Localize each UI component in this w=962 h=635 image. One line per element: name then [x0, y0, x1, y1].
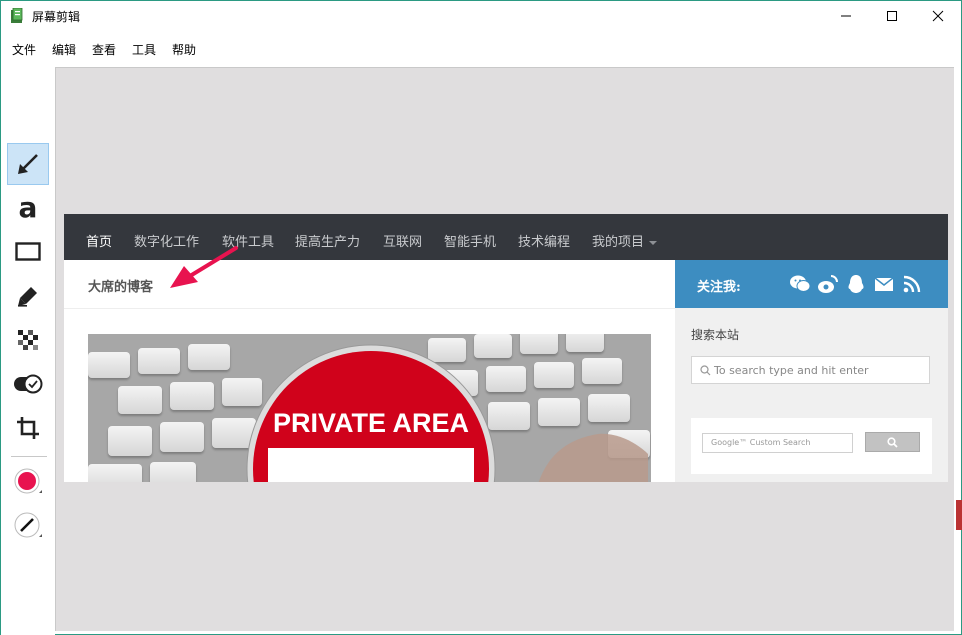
private-area-text: PRIVATE AREA — [273, 408, 469, 438]
blog-title: 大席的博客 — [88, 280, 154, 295]
close-button[interactable] — [915, 1, 961, 31]
magnifier-icon — [887, 436, 898, 448]
app-window: 屏幕剪辑 文件 编辑 查看 工具 帮助 a 首页 数字化工作 软件工具 提高生产… — [0, 0, 962, 635]
close-icon — [932, 10, 944, 22]
keyboard-key — [188, 344, 230, 370]
pixelate-icon — [18, 330, 38, 350]
menu-tools[interactable]: 工具 — [132, 41, 156, 58]
arrow-icon — [18, 154, 38, 174]
nav-smartphone: 智能手机 — [444, 235, 497, 250]
nav-internet: 互联网 — [383, 235, 423, 250]
menu-file[interactable]: 文件 — [12, 41, 36, 58]
app-icon — [11, 8, 23, 23]
keyboard-key — [566, 334, 604, 352]
background-app-edge — [956, 500, 962, 530]
private-area-sign: PRIVATE AREA — [246, 344, 496, 482]
line-width-tool[interactable] — [7, 505, 49, 547]
wechat-icon — [790, 275, 811, 292]
arrow-tool[interactable] — [7, 143, 49, 185]
google-search-button — [865, 432, 920, 452]
editor-canvas[interactable]: 首页 数字化工作 软件工具 提高生产力 互联网 智能手机 技术编程 我的项目 大… — [55, 67, 954, 631]
window-title: 屏幕剪辑 — [32, 10, 81, 24]
keyboard-key — [88, 464, 142, 482]
keyboard-key — [160, 422, 204, 452]
minimize-button[interactable] — [823, 1, 869, 31]
google-search-field: Google™ Custom Search — [702, 433, 853, 453]
pixelate-tool[interactable] — [7, 319, 49, 361]
title-bar[interactable]: 屏幕剪辑 — [1, 1, 961, 31]
search-placeholder: To search type and hit enter — [714, 364, 869, 377]
blog-sidebar: 搜索本站 To search type and hit enter Google… — [675, 308, 948, 482]
keyboard-key — [138, 348, 180, 374]
weibo-icon — [818, 275, 838, 293]
menu-edit[interactable]: 编辑 — [52, 41, 76, 58]
google-custom-search: Google™ Custom Search — [691, 418, 932, 474]
follow-bar: 关注我: — [675, 260, 948, 308]
keyboard-key — [150, 462, 196, 482]
minimize-icon — [841, 15, 851, 17]
text-icon: a — [18, 191, 38, 224]
toggle-icon — [14, 374, 43, 394]
crop-tool[interactable] — [7, 407, 49, 449]
menu-view[interactable]: 查看 — [92, 41, 116, 58]
crop-icon — [17, 417, 39, 439]
annotation-arrow[interactable] — [164, 244, 254, 292]
maximize-button[interactable] — [869, 1, 915, 31]
text-tool[interactable]: a — [7, 187, 49, 229]
rectangle-tool[interactable] — [7, 231, 49, 273]
hand-shape — [538, 433, 648, 482]
line-width-icon — [14, 512, 42, 538]
keyboard-key — [520, 334, 558, 354]
qq-icon — [848, 275, 864, 293]
hero-image: PRIVATE AREA — [88, 334, 651, 482]
pen-icon — [18, 287, 37, 307]
follow-label: 关注我: — [697, 280, 741, 295]
nav-my-projects-label: 我的项目 — [592, 235, 645, 250]
search-icon — [700, 365, 711, 376]
pen-tool[interactable] — [7, 275, 49, 317]
toolbar-divider — [11, 456, 47, 457]
keyboard-key — [108, 426, 152, 456]
nav-my-projects: 我的项目 — [592, 231, 658, 250]
rectangle-icon — [15, 242, 41, 261]
menu-bar: 文件 编辑 查看 工具 帮助 — [1, 35, 961, 61]
keyboard-key — [170, 382, 214, 410]
keyboard-key — [118, 386, 162, 414]
nav-home: 首页 — [86, 235, 113, 250]
keyboard-key — [582, 358, 622, 384]
tool-panel: a — [1, 67, 55, 635]
rss-icon — [903, 275, 921, 293]
maximize-icon — [887, 11, 897, 21]
header-divider — [64, 308, 675, 309]
color-swatch-icon — [14, 468, 42, 494]
color-picker[interactable] — [7, 461, 49, 503]
search-title: 搜索本站 — [691, 328, 740, 342]
keyboard-key — [88, 352, 130, 378]
nav-tech-programming: 技术编程 — [518, 235, 571, 250]
google-label: Google™ Custom Search — [711, 438, 811, 447]
menu-help[interactable]: 帮助 — [172, 41, 196, 58]
keyboard-key — [534, 362, 574, 388]
caret-down-icon — [649, 240, 658, 245]
site-search-box: To search type and hit enter — [691, 356, 930, 384]
toggle-tool[interactable] — [7, 363, 49, 405]
nav-productivity: 提高生产力 — [295, 235, 361, 250]
mail-icon — [874, 277, 894, 291]
